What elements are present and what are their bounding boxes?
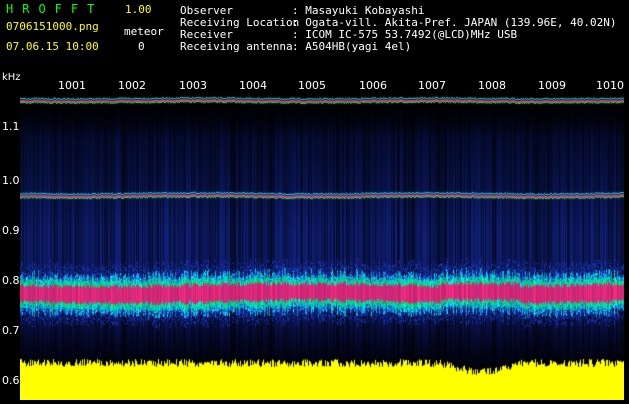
y-tick-label: 0.6	[2, 374, 20, 387]
meteor-count: 0	[138, 40, 145, 53]
y-tick-label: 1.0	[2, 174, 20, 187]
y-tick-label: 1.1	[2, 120, 20, 133]
spectrogram-area	[20, 93, 624, 400]
app-version: 1.00	[125, 3, 152, 16]
y-tick-label: 0.8	[2, 274, 20, 287]
frequency-unit-label: kHz	[2, 72, 21, 83]
spectrogram-canvas	[20, 93, 624, 400]
x-tick-label: 1004	[239, 79, 267, 92]
x-tick-label: 1001	[58, 79, 86, 92]
y-tick-label: 0.9	[2, 224, 20, 237]
x-tick-label: 1006	[359, 79, 387, 92]
image-filename: 0706151000.png	[6, 20, 99, 33]
y-tick-label: 0.7	[2, 324, 20, 337]
x-tick-label: 1009	[538, 79, 566, 92]
x-tick-label: 1005	[298, 79, 326, 92]
x-tick-label: 1003	[179, 79, 207, 92]
app-title: HROFFT	[6, 2, 104, 16]
antenna-value: : A504HB(yagi 4el)	[292, 40, 412, 53]
x-tick-label: 1010	[596, 79, 624, 92]
antenna-key: Receiving antenna	[180, 40, 293, 53]
meteor-label: meteor	[124, 25, 164, 38]
x-tick-label: 1008	[478, 79, 506, 92]
x-tick-label: 1002	[118, 79, 146, 92]
capture-datetime: 07.06.15 10:00	[6, 40, 99, 53]
x-tick-label: 1007	[418, 79, 446, 92]
